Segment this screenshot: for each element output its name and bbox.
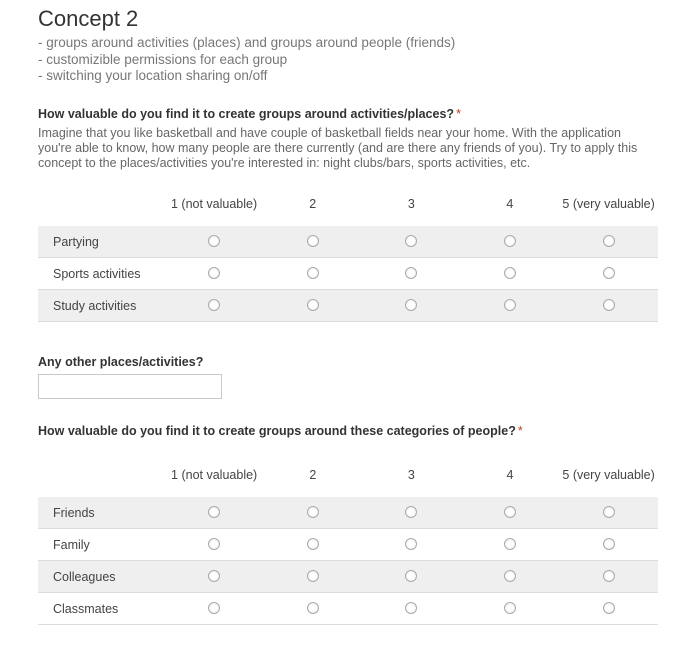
radio-button[interactable] xyxy=(602,506,615,519)
rating-grid-people: 1 (not valuable) 2 3 4 5 (very valuable)… xyxy=(38,453,658,625)
row-label: Sports activities xyxy=(38,257,165,290)
other-places-input[interactable] xyxy=(38,374,222,399)
row-label: Study activities xyxy=(38,289,165,322)
radio-button[interactable] xyxy=(208,538,221,551)
question-title: How valuable do you find it to create gr… xyxy=(38,106,658,122)
radio-button[interactable] xyxy=(306,570,319,583)
column-header: 2 xyxy=(309,196,317,211)
radio-button[interactable] xyxy=(602,267,615,280)
radio-button[interactable] xyxy=(503,570,516,583)
radio-button[interactable] xyxy=(503,506,516,519)
radio-button[interactable] xyxy=(602,570,615,583)
radio-button[interactable] xyxy=(405,602,418,615)
grid-row-partying: Partying xyxy=(38,226,658,258)
radio-button[interactable] xyxy=(306,506,319,519)
column-header: 5 (very valuable) xyxy=(562,196,655,211)
row-label: Classmates xyxy=(38,592,165,625)
radio-button[interactable] xyxy=(208,570,221,583)
row-label: Partying xyxy=(38,226,165,258)
column-header: 1 (not valuable) xyxy=(170,196,258,211)
question-activities: How valuable do you find it to create gr… xyxy=(38,106,658,171)
grid-row-sports: Sports activities xyxy=(38,257,658,290)
column-header: 3 xyxy=(407,467,415,482)
question-other-places-title: Any other places/activities? xyxy=(38,355,204,369)
radio-button[interactable] xyxy=(306,235,319,248)
radio-button[interactable] xyxy=(405,570,418,583)
rating-grid-activities: 1 (not valuable) 2 3 4 5 (very valuable)… xyxy=(38,182,658,322)
question-help-text: Imagine that you like basketball and hav… xyxy=(38,126,638,170)
grid-header-row: 1 (not valuable) 2 3 4 5 (very valuable) xyxy=(38,453,658,497)
radio-button[interactable] xyxy=(503,602,516,615)
grid-header-row: 1 (not valuable) 2 3 4 5 (very valuable) xyxy=(38,182,658,226)
radio-button[interactable] xyxy=(602,235,615,248)
radio-button[interactable] xyxy=(208,506,221,519)
radio-button[interactable] xyxy=(208,235,221,248)
radio-button[interactable] xyxy=(306,267,319,280)
radio-button[interactable] xyxy=(405,506,418,519)
question-title-text: How valuable do you find it to create gr… xyxy=(38,424,516,438)
grid-row-colleagues: Colleagues xyxy=(38,560,658,593)
concept-point: - switching your location sharing on/off xyxy=(38,68,268,83)
radio-button[interactable] xyxy=(503,235,516,248)
radio-button[interactable] xyxy=(306,538,319,551)
column-header: 4 xyxy=(506,467,514,482)
radio-button[interactable] xyxy=(208,299,221,312)
column-header: 2 xyxy=(309,467,317,482)
concept-title: Concept 2 xyxy=(38,6,139,31)
radio-button[interactable] xyxy=(602,299,615,312)
column-header: 3 xyxy=(407,196,415,211)
grid-row-study: Study activities xyxy=(38,289,658,322)
row-label: Friends xyxy=(38,497,165,529)
question-people: How valuable do you find it to create gr… xyxy=(38,423,658,439)
column-header: 1 (not valuable) xyxy=(171,467,258,482)
concept-description: - groups around activities (places) and … xyxy=(38,35,658,85)
radio-button[interactable] xyxy=(405,267,418,280)
grid-corner xyxy=(38,453,165,497)
survey-page: Concept 2 - groups around activities (pl… xyxy=(38,6,658,625)
row-label: Family xyxy=(38,528,165,561)
question-title-text: How valuable do you find it to create gr… xyxy=(38,107,455,121)
radio-button[interactable] xyxy=(602,538,615,551)
radio-button[interactable] xyxy=(602,602,615,615)
radio-button[interactable] xyxy=(306,299,319,312)
concept-point: - customizible permissions for each grou… xyxy=(38,51,288,67)
radio-button[interactable] xyxy=(503,538,516,551)
radio-button[interactable] xyxy=(405,235,418,248)
concept-point: - groups around activities (places) and … xyxy=(38,35,456,50)
grid-row-friends: Friends xyxy=(38,497,658,529)
column-header: 4 xyxy=(506,196,514,211)
required-star: * xyxy=(517,424,523,438)
radio-button[interactable] xyxy=(208,267,221,280)
radio-button[interactable] xyxy=(306,602,319,615)
grid-row-family: Family xyxy=(38,528,658,561)
radio-button[interactable] xyxy=(503,299,516,312)
grid-row-classmates: Classmates xyxy=(38,592,658,625)
required-star: * xyxy=(456,107,461,121)
column-header: 5 (very valuable) xyxy=(562,467,655,482)
radio-button[interactable] xyxy=(208,602,221,615)
radio-button[interactable] xyxy=(405,538,418,551)
row-label: Colleagues xyxy=(38,560,165,593)
radio-button[interactable] xyxy=(405,299,418,312)
radio-button[interactable] xyxy=(503,267,516,280)
grid-corner xyxy=(38,182,165,226)
